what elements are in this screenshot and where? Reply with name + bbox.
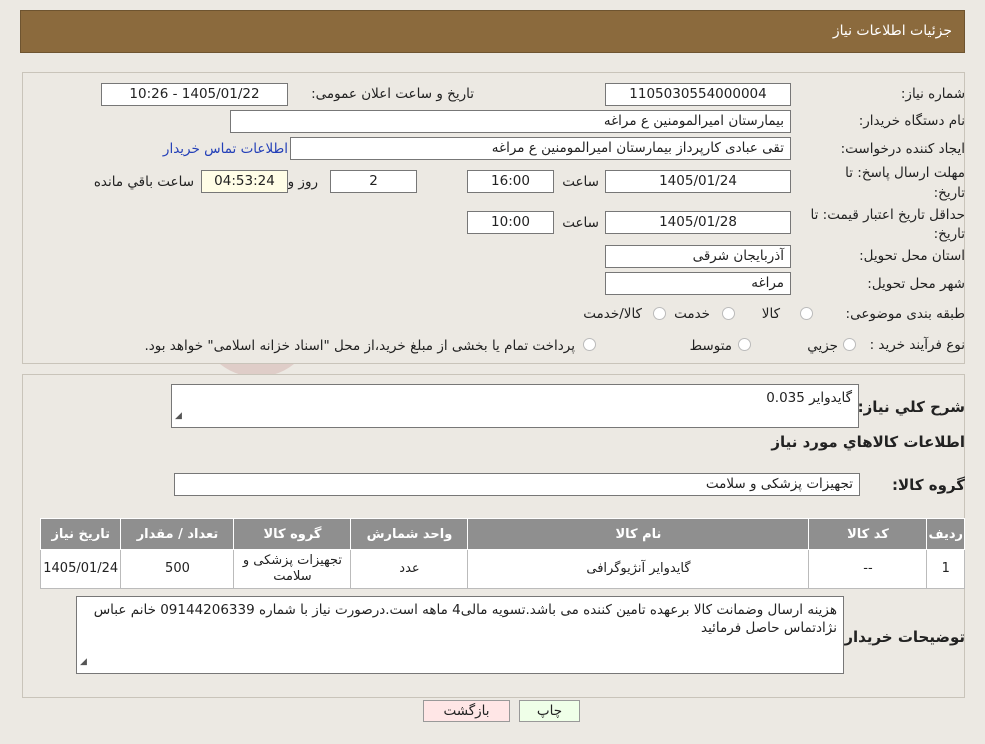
goods-section-title: اطلاعات کالاهاي مورد نياز (771, 433, 965, 451)
category-option-goods: کالا (761, 306, 780, 322)
deadline-label: مهلت ارسال پاسخ: تا تاریخ: (845, 165, 965, 201)
deadline-time-field: 16:00 (467, 170, 554, 193)
buyer-notes-textarea[interactable]: هزینه ارسال وضمانت کالا برعهده تامین کنن… (76, 596, 844, 674)
summary-textarea[interactable]: گایدوایر 0.035 ◢ (171, 384, 859, 428)
buyer-notes-label: توضيحات خريدار: (838, 628, 965, 646)
page-header: جزئیات اطلاعات نیاز (20, 10, 965, 53)
goods-table: رديف کد کالا نام کالا واحد شمارش گروه کا… (39, 518, 965, 589)
back-button[interactable]: بازگشت (423, 700, 510, 722)
validity-time-field: 10:00 (467, 211, 554, 234)
buyer-notes-text: هزینه ارسال وضمانت کالا برعهده تامین کنن… (93, 602, 837, 636)
cell-name: گایدوایر آنژیوگرافی (467, 549, 810, 589)
remaining-time-field: 04:53:24 (201, 170, 288, 193)
city-field: مراغه (605, 272, 791, 295)
process-label: نوع فرآیند خرید : (869, 337, 965, 353)
process-radio-partial[interactable] (843, 338, 856, 351)
summary-text: گایدوایر 0.035 (766, 390, 852, 406)
process-radio-medium[interactable] (738, 338, 751, 351)
buyer-org-label: نام دستگاه خریدار: (858, 113, 965, 129)
deadline-time-label: ساعت (562, 174, 599, 190)
need-number-label: شماره نیاز: (900, 86, 965, 102)
province-label: استان محل تحویل: (859, 248, 965, 264)
goods-group-field: تجهیزات پزشکی و سلامت (174, 473, 860, 496)
process-option-partial: جزیي (807, 338, 838, 354)
cell-row: 1 (926, 549, 965, 589)
goods-table-header: رديف کد کالا نام کالا واحد شمارش گروه کا… (39, 518, 965, 550)
validity-time-label: ساعت (562, 215, 599, 231)
creator-label: ایجاد کننده درخواست: (840, 141, 965, 157)
cell-code: -- (808, 549, 928, 589)
need-number-field: 1105030554000004 (605, 83, 791, 106)
creator-field: تقی عبادی کارپرداز بیمارستان امیرالمومنی… (290, 137, 791, 160)
cell-qty: 500 (120, 549, 235, 589)
category-radio-goods-service[interactable] (653, 307, 666, 320)
col-unit: واحد شمارش (350, 518, 469, 550)
validity-date-field: 1405/01/28 (605, 211, 791, 234)
announce-label: تاریخ و ساعت اعلان عمومی: (311, 86, 474, 102)
category-option-service: خدمت (674, 306, 710, 322)
category-radio-goods[interactable] (800, 307, 813, 320)
deadline-date-field: 1405/01/24 (605, 170, 791, 193)
goods-group-label: گروه کالا: (892, 476, 965, 494)
table-row: 1 -- گایدوایر آنژیوگرافی عدد تجهیزات پزش… (39, 549, 965, 589)
summary-label: شرح کلي نياز: (857, 398, 965, 416)
col-code: کد کالا (808, 518, 928, 550)
resize-grip-icon[interactable]: ◢ (175, 407, 182, 425)
cell-date: 1405/01/24 (39, 549, 122, 589)
process-option-medium: متوسط (689, 338, 732, 354)
col-name: نام کالا (467, 518, 810, 550)
process-radio-treasury[interactable] (583, 338, 596, 351)
process-note: پرداخت تمام یا بخشی از مبلغ خرید،از محل … (144, 338, 575, 354)
validity-label: حداقل تاریخ اعتبار قیمت: تا تاریخ: (810, 207, 965, 242)
city-label: شهر محل تحویل: (867, 276, 965, 292)
resize-grip-icon[interactable]: ◢ (80, 653, 87, 671)
col-qty: تعداد / مقدار (120, 518, 235, 550)
col-row: رديف (926, 518, 965, 550)
page-title: جزئیات اطلاعات نیاز (832, 23, 952, 39)
province-field: آذربایجان شرقی (605, 245, 791, 268)
contact-buyer-link[interactable]: اطلاعات تماس خریدار (163, 141, 288, 157)
col-group: گروه کالا (233, 518, 352, 550)
category-label: طبقه بندی موضوعی: (845, 306, 965, 322)
remaining-label: ساعت باقي مانده (93, 174, 194, 190)
days-label: روز و (287, 174, 318, 190)
print-button[interactable]: چاپ (519, 700, 580, 722)
days-field: 2 (330, 170, 417, 193)
cell-unit: عدد (350, 549, 469, 589)
col-date: تاريخ نياز (39, 518, 122, 550)
buyer-org-field: بیمارستان امیرالمومنین ع مراغه (230, 110, 791, 133)
category-option-goods-service: کالا/خدمت (583, 306, 642, 322)
announce-field: 1405/01/22 - 10:26 (101, 83, 288, 106)
cell-group: تجهیزات پزشکی و سلامت (233, 549, 352, 589)
category-radio-service[interactable] (722, 307, 735, 320)
